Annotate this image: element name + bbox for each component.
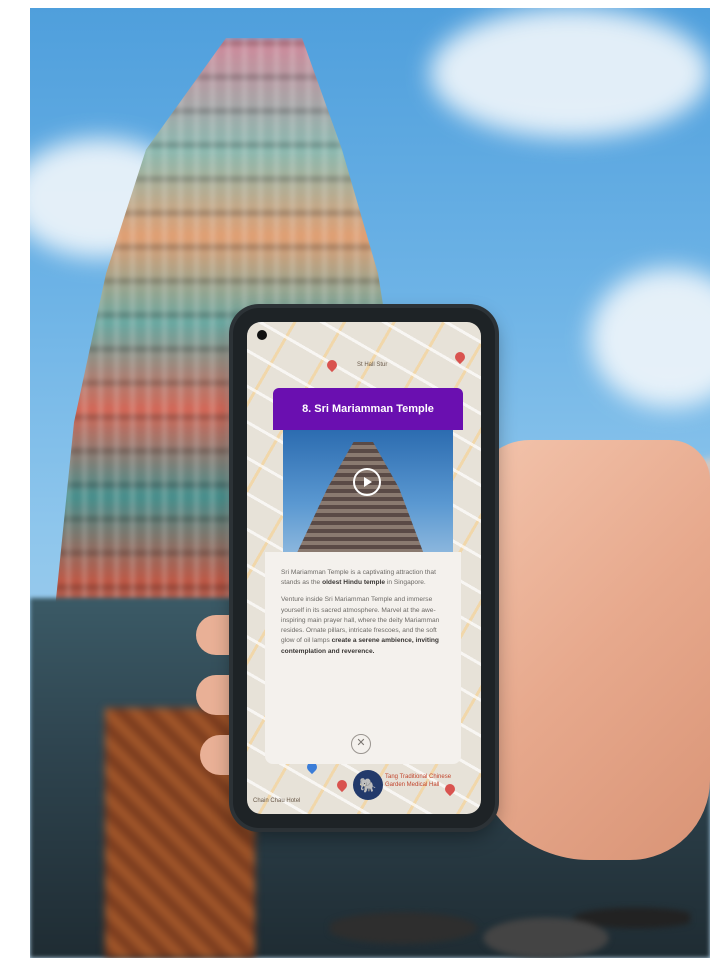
elephant-icon[interactable]: 🐘: [353, 770, 383, 800]
description-text: in Singapore.: [385, 579, 426, 587]
description-paragraph: Sri Mariamman Temple is a captivating at…: [281, 568, 447, 588]
card-header: 8. Sri Mariamman Temple: [273, 388, 463, 430]
description-paragraph: Venture inside Sri Mariamman Temple and …: [281, 595, 447, 656]
smartphone: St Hall Stur Chain Chau Hotel 8. Sri Mar…: [233, 308, 495, 828]
cloud: [590, 268, 710, 408]
hand: [470, 440, 710, 860]
map-pin-icon[interactable]: [324, 357, 340, 373]
map-label: St Hall Stur: [357, 362, 388, 368]
description-highlight: oldest Hindu temple: [322, 579, 386, 587]
close-button[interactable]: ✕: [351, 734, 371, 754]
map-pin-icon[interactable]: [452, 349, 468, 365]
card-title: 8. Sri Mariamman Temple: [302, 403, 434, 415]
temple-tower-thumbnail: [295, 442, 425, 552]
phone-screen: St Hall Stur Chain Chau Hotel 8. Sri Mar…: [247, 322, 481, 814]
play-icon[interactable]: [353, 468, 381, 496]
cloud: [430, 8, 710, 138]
poi-label[interactable]: Tang Traditional Chinese Garden Medical …: [385, 774, 455, 790]
map-label: Chain Chau Hotel: [253, 798, 301, 804]
camera-hole: [257, 330, 267, 340]
temple-thumbnail[interactable]: [283, 430, 453, 552]
card-description: Sri Mariamman Temple is a captivating at…: [265, 552, 461, 764]
visitors: [330, 868, 690, 958]
map-pin-icon[interactable]: [334, 777, 350, 793]
